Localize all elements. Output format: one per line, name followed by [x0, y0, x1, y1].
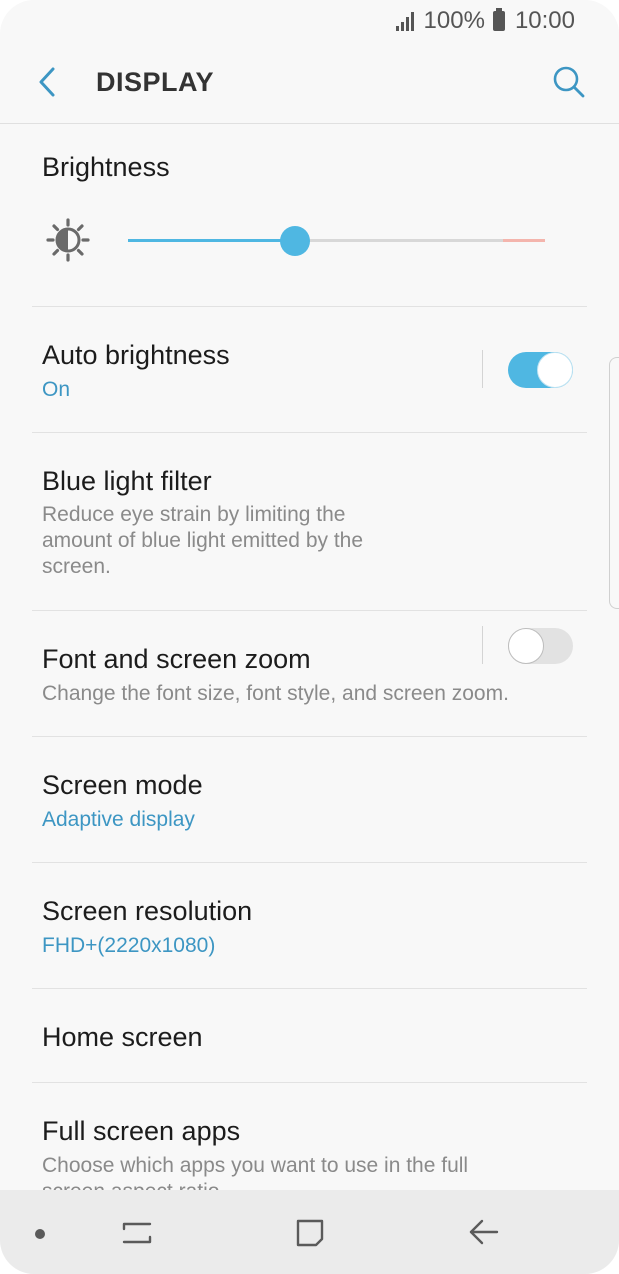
- recents-button[interactable]: [109, 1208, 165, 1258]
- brightness-slider-high-zone: [503, 239, 545, 242]
- recents-icon: [122, 1222, 152, 1244]
- edge-panel-handle[interactable]: [609, 357, 619, 609]
- brightness-slider-fill: [128, 239, 295, 242]
- brightness-slider-track[interactable]: [128, 239, 545, 242]
- setting-title: Home screen: [42, 1022, 203, 1052]
- back-arrow-icon: [39, 67, 55, 97]
- setting-full-screen-apps[interactable]: Full screen apps Choose which apps you w…: [0, 1083, 619, 1190]
- setting-title: Font and screen zoom: [42, 644, 311, 674]
- brightness-slider-thumb[interactable]: [279, 226, 310, 256]
- clock: 10:00: [514, 7, 575, 34]
- back-icon: [469, 1219, 499, 1245]
- setting-title: Screen mode: [42, 770, 203, 800]
- status-bar: 100% 10:00: [0, 0, 619, 44]
- setting-title: Blue light filter: [42, 466, 212, 496]
- setting-title: Screen resolution: [42, 896, 253, 926]
- setting-blue-light-filter[interactable]: Blue light filter Reduce eye strain by l…: [0, 433, 619, 664]
- setting-status: On: [42, 378, 71, 401]
- setting-description: Choose which apps you want to use in the…: [42, 1154, 469, 1190]
- back-nav-button[interactable]: [456, 1208, 512, 1258]
- settings-list: Brightness Auto brightness On Blue light…: [0, 124, 619, 1190]
- setting-description: Change the font size, font style, and sc…: [42, 682, 509, 705]
- setting-value: Adaptive display: [42, 808, 195, 831]
- battery-percentage: 100%: [423, 7, 485, 34]
- setting-screen-resolution[interactable]: Screen resolution FHD+(2220x1080): [0, 863, 619, 989]
- setting-screen-mode[interactable]: Screen mode Adaptive display: [0, 737, 619, 863]
- search-icon: [553, 66, 585, 98]
- status-indicators: 100% 10:00: [395, 6, 575, 36]
- setting-value: FHD+(2220x1080): [42, 934, 216, 957]
- auto-brightness-toggle[interactable]: [508, 352, 573, 388]
- page-title: DISPLAY: [96, 67, 215, 97]
- nav-dot-icon[interactable]: [35, 1229, 45, 1239]
- search-button[interactable]: [545, 58, 593, 106]
- back-button[interactable]: [26, 58, 68, 106]
- brightness-title: Brightness: [42, 152, 170, 182]
- setting-title: Full screen apps: [42, 1116, 241, 1146]
- setting-font-and-screen-zoom[interactable]: Font and screen zoom Change the font siz…: [0, 611, 619, 737]
- phone-screen: 100% 10:00 DISPLAY Brightness Auto brigh…: [0, 0, 619, 1274]
- brightness-section: Brightness: [0, 124, 619, 307]
- toggle-knob: [537, 352, 573, 388]
- home-icon: [296, 1219, 324, 1247]
- setting-description: Reduce eye strain by limiting the amount…: [42, 503, 364, 578]
- setting-auto-brightness[interactable]: Auto brightness On: [0, 307, 619, 433]
- home-button[interactable]: [282, 1208, 338, 1258]
- brightness-sun-icon: [46, 218, 90, 262]
- setting-title: Auto brightness: [42, 340, 230, 370]
- signal-icon: [395, 11, 418, 31]
- navigation-bar: [0, 1190, 619, 1274]
- setting-home-screen[interactable]: Home screen: [0, 989, 619, 1083]
- vertical-separator: [482, 350, 483, 388]
- app-bar: DISPLAY: [0, 44, 619, 124]
- battery-icon: [492, 8, 505, 31]
